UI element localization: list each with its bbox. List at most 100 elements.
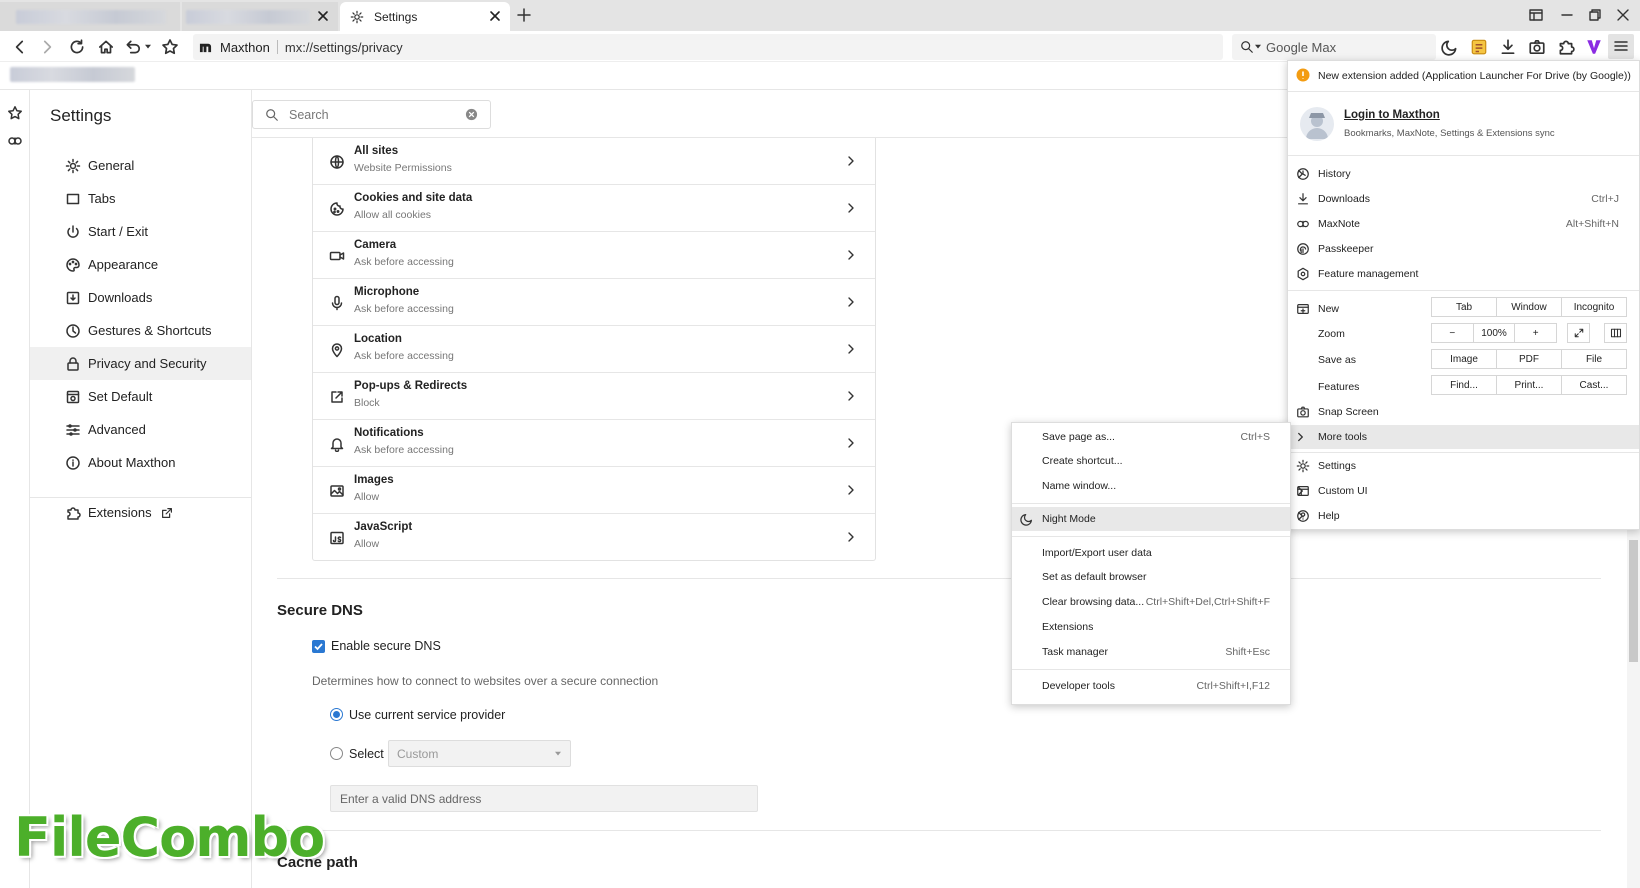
submenu-item-import-export[interactable]: Import/Export user data [1012,541,1290,565]
submenu-item-night-mode[interactable]: Night Mode [1012,507,1290,531]
back-icon[interactable] [11,38,29,56]
fullscreen-button[interactable] [1567,323,1590,343]
permission-row-camera[interactable]: Camera Ask before accessing [313,232,875,279]
permission-row-javascript[interactable]: JavaScript Allow [313,514,875,561]
permission-row-popups[interactable]: Pop-ups & Redirects Block [313,373,875,420]
sidebar-item-downloads[interactable]: Downloads [30,281,251,314]
bookmark-redacted[interactable] [10,67,135,82]
url-text[interactable]: mx://settings/privacy [285,40,403,55]
close-window-icon[interactable] [1615,7,1631,23]
menu-item-snap-screen[interactable]: Snap Screen [1288,400,1639,424]
sidebar-item-appearance[interactable]: Appearance [30,248,251,281]
radio-select-provider[interactable] [330,747,343,760]
zoom-out-button[interactable]: − [1432,324,1474,342]
tab-overview-icon[interactable] [1528,7,1544,23]
menu-item-downloads[interactable]: Downloads Ctrl+J [1288,187,1639,211]
sidebar-item-general[interactable]: General [30,149,251,182]
microphone-icon [331,295,343,311]
submenu-item-set-default[interactable]: Set as default browser [1012,565,1290,589]
bookmark-star-icon[interactable] [161,38,179,56]
radio-current-provider[interactable] [330,708,343,721]
new-window-button[interactable]: Window [1497,298,1562,316]
submenu-item-create-shortcut[interactable]: Create shortcut... [1012,449,1290,473]
sidebar-item-start-exit[interactable]: Start / Exit [30,215,251,248]
permission-row-microphone[interactable]: Microphone Ask before accessing [313,279,875,326]
camera-icon[interactable] [1528,38,1546,56]
menu-item-settings[interactable]: Settings [1288,454,1639,478]
new-incognito-button[interactable]: Incognito [1562,298,1626,316]
menu-item-custom-ui[interactable]: Custom UI [1288,479,1639,503]
search-placeholder: Search [289,107,329,122]
menu-item-more-tools[interactable]: More tools [1288,425,1639,449]
scrollbar-thumb[interactable] [1629,540,1638,662]
sidebar-item-set-default[interactable]: Set Default [30,380,251,413]
permission-row-notifications[interactable]: Notifications Ask before accessing [313,420,875,467]
puzzle-icon[interactable] [1557,38,1575,56]
submenu-item-clear-data[interactable]: Clear browsing data... Ctrl+Shift+Del,Ct… [1012,590,1290,614]
permission-row-cookies[interactable]: Cookies and site data Allow all cookies [313,185,875,232]
close-icon[interactable] [316,9,330,23]
sidebar-item-privacy[interactable]: Privacy and Security [30,347,251,380]
save-pdf-button[interactable]: PDF [1497,350,1562,368]
undo-icon[interactable] [124,38,142,56]
split-view-button[interactable] [1604,323,1627,343]
clear-search-icon[interactable] [465,108,478,121]
favorites-star-icon[interactable] [7,105,23,121]
print-button[interactable]: Print... [1497,376,1562,394]
save-image-button[interactable]: Image [1432,350,1497,368]
permission-row-all-sites[interactable]: All sites Website Permissions [313,138,875,185]
find-button[interactable]: Find... [1432,376,1497,394]
maxthon-v-icon[interactable] [1585,38,1603,56]
zoom-level: 100% [1474,324,1516,342]
submenu-item-extensions[interactable]: Extensions [1012,615,1290,639]
permission-subtitle: Allow [354,491,380,503]
menu-item-help[interactable]: Help [1288,504,1639,528]
settings-search-input[interactable]: Search [252,100,491,129]
forward-icon[interactable] [38,38,56,56]
maxnote-rail-icon[interactable] [7,133,23,149]
dns-address-input[interactable]: Enter a valid DNS address [330,785,758,812]
save-file-button[interactable]: File [1562,350,1626,368]
submenu-item-developer-tools[interactable]: Developer tools Ctrl+Shift+I,F12 [1012,674,1290,698]
home-icon[interactable] [97,38,115,56]
night-mode-icon[interactable] [1441,38,1459,56]
chevron-right-icon [848,250,854,260]
menu-item-passkeeper[interactable]: Passkeeper [1288,237,1639,261]
chevron-down-icon[interactable] [1255,44,1261,50]
tab-blurred-2[interactable] [182,2,338,31]
menu-item-history[interactable]: History [1288,162,1639,186]
sidebar-item-tabs[interactable]: Tabs [30,182,251,215]
permission-row-images[interactable]: Images Allow [313,467,875,514]
submenu-item-name-window[interactable]: Name window... [1012,474,1290,498]
submenu-item-save-page[interactable]: Save page as... Ctrl+S [1012,425,1290,449]
maxnote-icon[interactable] [1470,38,1488,56]
secure-dns-checkbox[interactable] [312,640,325,653]
menu-item-maxnote[interactable]: MaxNote Alt+Shift+N [1288,212,1639,236]
menu-button-bg[interactable] [1608,34,1634,59]
permission-row-location[interactable]: Location Ask before accessing [313,326,875,373]
omnibox[interactable]: Maxthon mx://settings/privacy [193,34,1223,60]
submenu-item-task-manager[interactable]: Task manager Shift+Esc [1012,640,1290,664]
search-engine-box[interactable]: Google Max [1232,34,1436,60]
login-title[interactable]: Login to Maxthon [1344,109,1440,121]
close-icon[interactable] [488,9,502,23]
login-item[interactable]: Login to Maxthon Bookmarks, MaxNote, Set… [1288,97,1639,149]
sidebar-item-gestures[interactable]: Gestures & Shortcuts [30,314,251,347]
new-tab-icon[interactable] [516,7,532,23]
sidebar-item-about[interactable]: About Maxthon [30,446,251,479]
sidebar-item-extensions[interactable]: Extensions [30,496,251,529]
cast-button[interactable]: Cast... [1562,376,1626,394]
menu-item-feature-management[interactable]: Feature management [1288,262,1639,286]
new-tab-button[interactable]: Tab [1432,298,1497,316]
restore-icon[interactable] [1587,7,1603,23]
reload-icon[interactable] [68,38,86,56]
notification-item[interactable]: New extension added (Application Launche… [1288,64,1639,86]
download-icon[interactable] [1499,38,1517,56]
dns-provider-select[interactable]: Custom [388,740,571,767]
zoom-in-button[interactable]: + [1515,324,1556,342]
minimize-icon[interactable] [1559,7,1575,23]
tab-blurred-1[interactable] [0,2,180,31]
tab-settings[interactable]: Settings [340,2,510,31]
sidebar-item-advanced[interactable]: Advanced [30,413,251,446]
chevron-down-icon[interactable] [145,44,151,50]
